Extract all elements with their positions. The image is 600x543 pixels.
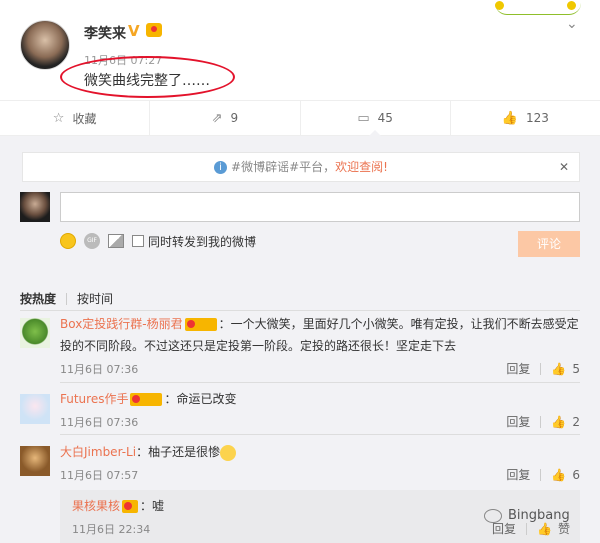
repost-button[interactable]: ⇗ 9 xyxy=(150,101,301,135)
reply-button[interactable]: 回复 xyxy=(506,466,530,483)
sort-bar: 按热度 按时间 xyxy=(20,290,113,307)
comment-button[interactable]: ▭ 45 xyxy=(301,101,451,136)
like-icon[interactable]: 👍 xyxy=(551,415,566,429)
comment-count: 45 xyxy=(377,111,393,125)
sub-reply-time: 11月6日 22:34 xyxy=(72,523,151,536)
close-icon[interactable]: ✕ xyxy=(559,153,569,181)
favorite-button[interactable]: ☆ 收藏 xyxy=(0,101,151,135)
like-icon[interactable]: 👍 xyxy=(537,522,552,536)
comment-time: 11月6日 07:36 xyxy=(60,416,139,429)
sub-reply-text: ：嘘 xyxy=(140,499,165,513)
action-divider xyxy=(526,522,528,535)
like-icon[interactable]: 👍 xyxy=(551,362,566,376)
action-divider xyxy=(540,468,542,481)
sort-divider-line xyxy=(20,310,580,311)
comment-body: Box定投践行群-杨丽君 ：一个大微笑，里面好几个小微笑。唯有定投，让我们不断去感… xyxy=(60,313,580,357)
comment-divider xyxy=(60,382,580,383)
comment-body: Futures作手 ：命运已改变 xyxy=(60,388,580,410)
repost-count: 9 xyxy=(230,111,239,125)
star-icon: ☆ xyxy=(52,110,65,126)
comment-icon: ▭ xyxy=(357,110,370,126)
like-button[interactable]: 👍 123 xyxy=(451,101,600,135)
comment-input[interactable] xyxy=(60,192,580,222)
notice-text: #微博辟谣#平台， xyxy=(231,160,336,174)
fan-badge-icon xyxy=(122,500,139,513)
like-icon: 👍 xyxy=(501,110,519,126)
chevron-down-icon[interactable]: ⌄ xyxy=(566,16,578,32)
like-icon[interactable]: 👍 xyxy=(551,468,566,482)
share-icon: ⇗ xyxy=(211,110,223,126)
image-icon[interactable] xyxy=(108,234,124,248)
my-avatar[interactable] xyxy=(20,192,50,222)
commenter-name[interactable]: Futures作手 xyxy=(60,392,128,406)
fan-badge-icon xyxy=(146,23,162,37)
sort-hot-tab[interactable]: 按热度 xyxy=(20,290,56,307)
notice-link[interactable]: 欢迎查阅! xyxy=(335,160,388,174)
commenter-name[interactable]: 大白Jimber-Li xyxy=(60,445,136,459)
comment-like-count: 2 xyxy=(572,414,580,429)
verified-badge-icon: V xyxy=(128,22,140,40)
reply-button[interactable]: 回复 xyxy=(506,360,530,377)
fan-badge-icon xyxy=(130,393,163,406)
sort-divider xyxy=(66,292,68,305)
comment-actions: 回复 👍 2 xyxy=(506,413,580,430)
sweat-emoji-icon xyxy=(220,444,237,461)
repost-checkbox[interactable] xyxy=(132,235,144,247)
repost-checkbox-label[interactable]: 同时转发到我的微博 xyxy=(148,233,256,250)
comment-time: 11月6日 07:36 xyxy=(60,363,139,376)
action-divider xyxy=(540,362,542,375)
vine-decoration-icon xyxy=(495,1,581,15)
favorite-label: 收藏 xyxy=(72,111,97,126)
sleep-icon xyxy=(567,1,576,10)
commenter-avatar[interactable] xyxy=(20,318,50,348)
comment-divider xyxy=(60,434,580,435)
flower-icon xyxy=(495,1,504,10)
submit-comment-button[interactable]: 评论 xyxy=(518,231,580,257)
commenter-name[interactable]: Box定投践行群-杨丽君 xyxy=(60,317,183,331)
emoji-icon[interactable] xyxy=(60,233,76,249)
gif-icon[interactable]: GIF xyxy=(84,233,100,249)
fan-badge-icon xyxy=(184,318,217,331)
wechat-icon xyxy=(484,508,502,523)
post-actions-bar: ☆ 收藏 ⇗ 9 ▭ 45 👍 123 xyxy=(0,100,600,136)
comment-like-count: 5 xyxy=(572,361,580,376)
comment-actions: 回复 👍 6 xyxy=(506,466,580,483)
red-highlight-ellipse xyxy=(60,56,235,98)
reply-button[interactable]: 回复 xyxy=(506,413,530,430)
action-divider xyxy=(540,415,542,428)
comment-actions: 回复 👍 5 xyxy=(506,360,580,377)
author-avatar[interactable] xyxy=(20,20,70,70)
rumor-notice: i #微博辟谣#平台，欢迎查阅! ✕ xyxy=(22,152,580,182)
author-name[interactable]: 李笑来 xyxy=(84,23,126,43)
comment-time: 11月6日 07:57 xyxy=(60,469,139,482)
comment-like-count: 6 xyxy=(572,467,580,482)
watermark: Bingbang xyxy=(484,508,570,523)
commenter-avatar[interactable] xyxy=(20,446,50,476)
watermark-text: Bingbang xyxy=(508,508,570,523)
like-count: 123 xyxy=(526,111,549,125)
info-icon: i xyxy=(214,161,228,174)
post-card: 李笑来 V 11月6日 07:27 微笑曲线完整了…… ⌄ xyxy=(0,0,600,100)
sort-time-tab[interactable]: 按时间 xyxy=(77,290,113,307)
composer-tools: GIF 同时转发到我的微博 xyxy=(60,230,256,252)
comment-body: 大白Jimber-Li：柚子还是很惨 xyxy=(60,441,580,463)
sub-reply-name[interactable]: 果核果核 xyxy=(72,499,120,513)
commenter-avatar[interactable] xyxy=(20,394,50,424)
comment-text: ：柚子还是很惨 xyxy=(136,445,221,459)
comment-text: ：命运已改变 xyxy=(164,392,237,406)
